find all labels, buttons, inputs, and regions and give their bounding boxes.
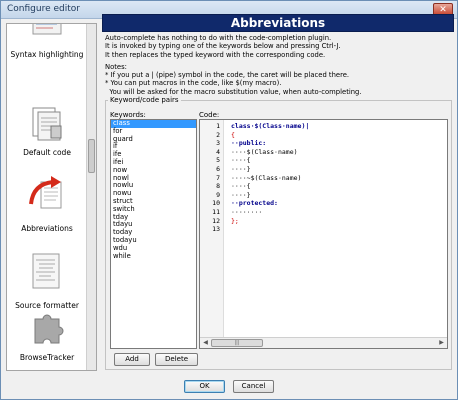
keywords-label: Keywords: (110, 111, 146, 119)
code-line: class·$(Class·name)| (231, 122, 310, 130)
keyword-list-item[interactable]: ife (111, 150, 196, 159)
delete-button[interactable]: Delete (155, 353, 198, 366)
code-line: ····~$(Class·name) (231, 173, 302, 182)
keyword-list-item[interactable]: guard (111, 135, 196, 144)
configure-editor-window: Configure editor ✕ Syntax highlighting D… (0, 0, 458, 400)
sidebar-scrollbar[interactable] (86, 24, 96, 370)
cancel-button[interactable]: Cancel (233, 380, 274, 393)
sidebar-item-label: Syntax highlighting (10, 50, 84, 59)
horizontal-scrollbar-thumb[interactable]: ||| (211, 339, 263, 347)
sidebar-scrollbar-thumb[interactable] (88, 139, 95, 173)
source-formatter-icon (27, 252, 67, 292)
code-line: ····} (231, 190, 251, 199)
sidebar-item-syntax-highlighting[interactable]: Syntax highlighting (7, 24, 87, 60)
line-number: 5 (216, 156, 220, 165)
line-number: 12 (212, 216, 220, 225)
keyword-list-item[interactable]: class (111, 120, 196, 128)
code-line: ····} (231, 165, 251, 173)
line-number: 7 (216, 173, 220, 182)
sidebar-item-label: BrowseTracker (19, 353, 75, 362)
line-number: 13 (212, 225, 220, 234)
line-number: 10 (212, 199, 220, 208)
window-title: Configure editor (7, 4, 80, 14)
scroll-right-arrow-icon[interactable]: ▶ (437, 339, 446, 347)
keyword-list-item[interactable]: while (111, 252, 196, 261)
group-label: Keyword/code pairs (108, 96, 181, 104)
code-line: ··public: (231, 139, 267, 148)
description-line: You will be asked for the macro substitu… (105, 87, 362, 96)
description-line: It is invoked by typing one of the keywo… (105, 42, 341, 51)
description-line: Notes: (105, 62, 127, 71)
scroll-left-arrow-icon[interactable]: ◀ (201, 339, 210, 347)
code-line: ····{ (231, 156, 251, 165)
code-label: Code: (199, 111, 220, 119)
line-number: 4 (216, 147, 220, 156)
code-line: }; (231, 216, 239, 225)
code-line: ····{ (231, 182, 251, 191)
page-title: Abbreviations (230, 16, 326, 30)
description-line: * You can put macros in the code, like $… (105, 79, 282, 88)
line-number-gutter: 1 2 3 4 5 6 7 8 9 10 11 12 13 (200, 120, 224, 348)
horizontal-scrollbar[interactable]: ◀ ||| ▶ (200, 337, 447, 348)
sidebar-item-abbreviations[interactable]: Abbreviations (7, 174, 87, 236)
description-line: * If you put a | (pipe) symbol in the co… (105, 71, 350, 80)
sidebar-item-label: Default code (23, 148, 71, 157)
description-line: Auto-complete has nothing to do with the… (105, 34, 332, 42)
line-number: 6 (216, 165, 220, 173)
abbreviations-icon (27, 174, 67, 214)
line-number: 2 (216, 130, 220, 139)
page-header: Abbreviations (102, 14, 454, 32)
line-number: 9 (216, 190, 220, 199)
sidebar-item-label: Abbreviations (21, 224, 73, 233)
sidebar-item-source-formatter[interactable]: Source formatter (7, 248, 87, 314)
syntax-highlighting-icon (27, 24, 67, 38)
default-code-icon (27, 104, 67, 144)
code-line: { (231, 130, 235, 139)
code-line: ··protected: (231, 199, 278, 208)
line-number: 8 (216, 182, 220, 191)
sidebar-item-default-code[interactable]: Default code (7, 96, 87, 158)
code-line: ····$(Class·name) (231, 147, 298, 156)
keyword-list-item[interactable]: if (111, 143, 196, 151)
line-number: 1 (216, 122, 220, 130)
keywords-list[interactable]: class for guard if ife ifei now nowl nowlu nowu st… (110, 119, 197, 349)
ok-button[interactable]: OK (184, 380, 225, 393)
code-editor[interactable]: 1 2 3 4 5 6 7 8 9 10 11 12 13 class·$(Class·name)|{·… (199, 119, 448, 349)
add-button[interactable]: Add (114, 353, 150, 366)
description-line: It then replaces the typed keyword with … (105, 50, 326, 59)
line-number: 3 (216, 139, 220, 148)
sidebar-item-browsetracker[interactable]: BrowseTracker (7, 309, 87, 370)
line-number: 11 (212, 208, 220, 216)
code-line: ········ (231, 208, 263, 216)
description-text: Auto-complete has nothing to do with the… (105, 34, 450, 96)
puzzle-piece-icon (27, 309, 67, 349)
settings-sidebar[interactable]: Syntax highlighting Default code Abbrevi… (6, 23, 97, 371)
